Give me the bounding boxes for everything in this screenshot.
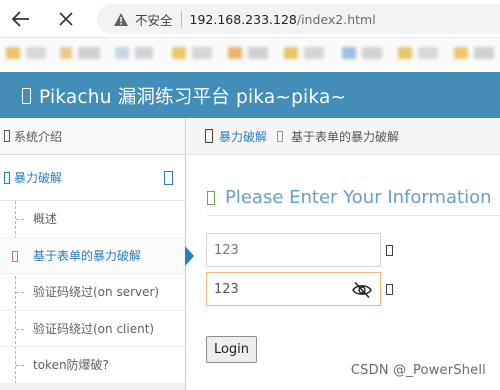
bookmark-icon[interactable]: [192, 47, 212, 59]
bookmark-icon[interactable]: [398, 47, 412, 59]
breadcrumb-link[interactable]: 暴力破解: [219, 128, 267, 145]
security-status[interactable]: 不安全: [135, 10, 173, 29]
breadcrumb: 暴力破解 基于表单的暴力破解: [187, 118, 500, 155]
tree-branch: [16, 219, 24, 220]
chevron-down-icon[interactable]: [164, 171, 173, 185]
bookmark-icon[interactable]: [418, 47, 438, 59]
sidebar-group-label: 暴力破解: [14, 171, 63, 185]
sidebar-group-brute-force[interactable]: 暴力破解: [0, 155, 185, 201]
password-input[interactable]: 123: [206, 272, 381, 306]
bookmarks-bar: [0, 38, 500, 68]
stop-button[interactable]: [53, 6, 79, 32]
breadcrumb-separator-icon: [277, 130, 284, 142]
sidebar-item-label: 概述: [33, 212, 58, 227]
divider: [180, 11, 182, 27]
submenu: 概述 基于表单的暴力破解 验证码绕过(on server) 验证码绕过(on c…: [0, 201, 194, 384]
logo-icon: [22, 88, 31, 104]
tree-branch: [16, 328, 24, 330]
sidebar-item-token[interactable]: token防爆破?: [0, 347, 185, 384]
active-marker-icon: [12, 250, 18, 262]
app-title[interactable]: Pikachu 漏洞练习平台 pika~pika~: [22, 83, 346, 109]
bookmark-icon[interactable]: [284, 47, 298, 59]
warning-icon[interactable]: [113, 11, 129, 27]
bookmark-icon[interactable]: [342, 47, 356, 59]
back-button[interactable]: [8, 6, 34, 32]
sidebar-item-label: 基于表单的暴力破解: [33, 248, 142, 263]
sidebar-item-captcha-client[interactable]: 验证码绕过(on client): [0, 311, 185, 347]
bookmark-icon[interactable]: [26, 47, 46, 59]
bookmark-icon[interactable]: [474, 47, 494, 59]
sidebar-item-label: token防爆破?: [33, 358, 109, 373]
bookmark-icon[interactable]: [454, 47, 468, 59]
app-title-text: Pikachu 漏洞练习平台 pika~pika~: [39, 87, 347, 108]
bookmark-icon[interactable]: [304, 47, 324, 59]
password-value: 123: [214, 281, 239, 297]
sidebar-item-form-brute-force[interactable]: 基于表单的暴力破解: [0, 237, 194, 274]
sidebar: 系统介绍 暴力破解 概述 基于表单的暴力破解 验证码绕过(on server) …: [0, 118, 194, 390]
url-host: 192.168.233.128: [189, 11, 297, 27]
sidebar-item-label: 验证码绕过(on server): [33, 285, 160, 300]
sidebar-item-system-intro[interactable]: 系统介绍: [0, 118, 185, 155]
list-icon: [4, 171, 10, 184]
breadcrumb-current: 基于表单的暴力破解: [291, 129, 400, 144]
sidebar-item-captcha-server[interactable]: 验证码绕过(on server): [0, 274, 185, 311]
bookmark-icon[interactable]: [78, 47, 100, 59]
username-input[interactable]: 123: [206, 233, 381, 267]
tree-branch: [16, 292, 24, 293]
bookmark-icon[interactable]: [115, 47, 129, 59]
sidebar-item-label: 验证码绕过(on client): [33, 321, 155, 336]
bookmark-icon[interactable]: [60, 47, 72, 59]
login-button[interactable]: Login: [206, 336, 257, 363]
arrow-left-icon: [12, 11, 29, 27]
bookmark-icon[interactable]: [362, 47, 382, 59]
form-title: Please Enter Your Information: [207, 187, 492, 208]
bookmark-icon[interactable]: [228, 47, 242, 59]
sidebar-item-overview[interactable]: 概述: [0, 201, 185, 238]
bookmark-icon[interactable]: [135, 47, 153, 59]
url-path: /index2.html: [296, 11, 376, 27]
bookmark-icon[interactable]: [248, 47, 268, 59]
lock-icon: [386, 284, 393, 295]
sidebar-item-label: 系统介绍: [14, 129, 63, 144]
close-icon: [59, 12, 73, 26]
address-bar[interactable]: 不安全 192.168.233.128/index2.html: [97, 4, 500, 34]
username-value: 123: [214, 242, 239, 258]
main-content: Please Enter Your Information 123 123 Lo…: [187, 155, 500, 390]
desktop-icon: [4, 130, 10, 142]
pencil-icon: [207, 190, 215, 205]
user-icon: [386, 245, 393, 256]
home-icon: [205, 129, 219, 143]
divider: [207, 215, 500, 216]
browser-toolbar: 不安全 192.168.233.128/index2.html: [0, 0, 500, 38]
bookmark-icon[interactable]: [6, 47, 20, 59]
watermark: CSDN @_PowerShell: [350, 363, 486, 378]
active-caret-icon: [185, 245, 194, 266]
url-text[interactable]: 192.168.233.128/index2.html: [190, 12, 376, 27]
tree-branch: [16, 365, 24, 366]
app-header: Pikachu 漏洞练习平台 pika~pika~: [0, 72, 500, 118]
bookmark-icon[interactable]: [172, 47, 186, 59]
eye-slash-icon[interactable]: [352, 281, 372, 299]
form-title-text: Please Enter Your Information: [225, 187, 492, 208]
